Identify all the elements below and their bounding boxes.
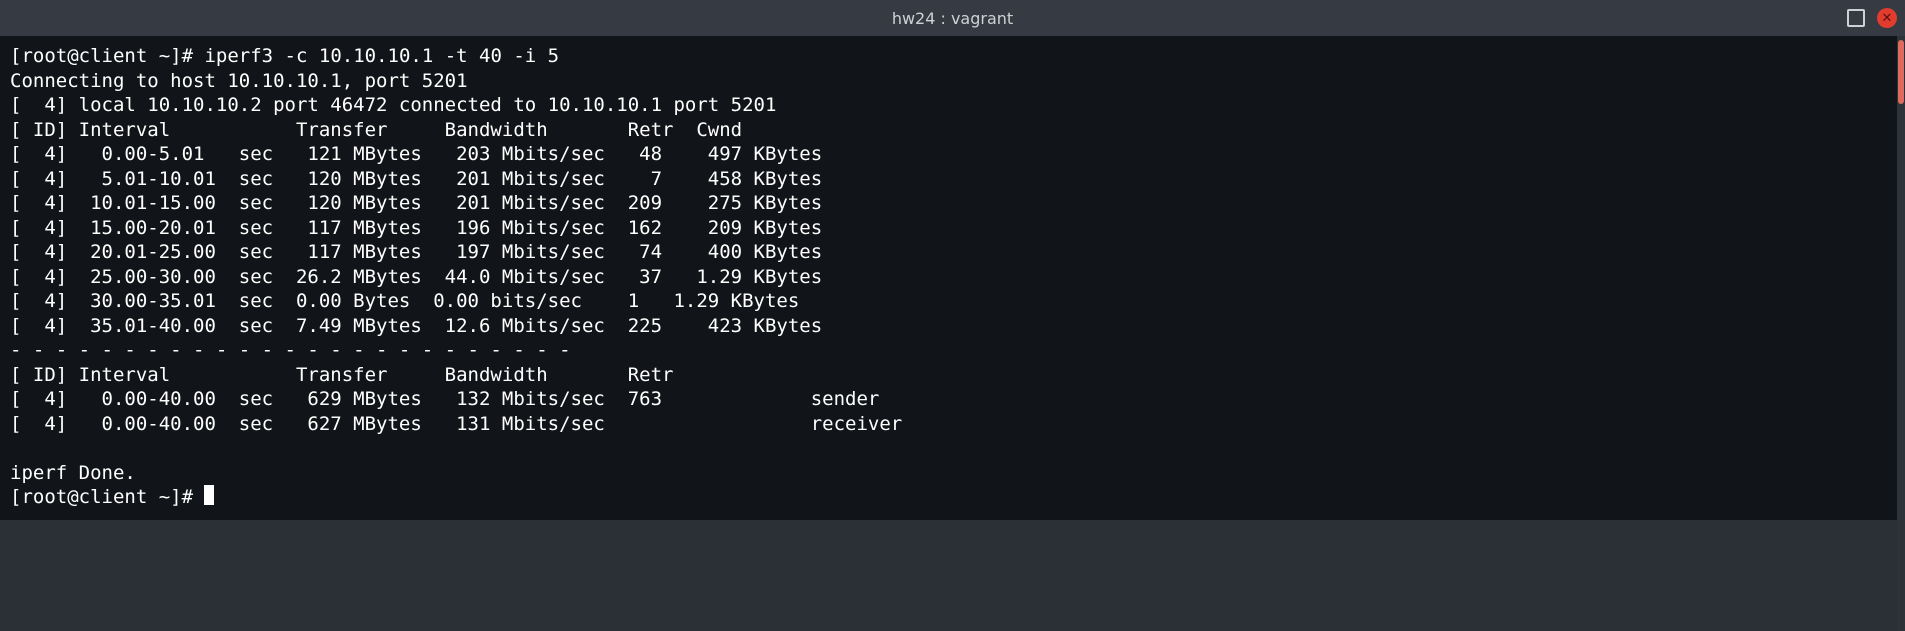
window-title: hw24 : vagrant — [892, 9, 1013, 28]
terminal-area[interactable]: [root@client ~]# iperf3 -c 10.10.10.1 -t… — [0, 36, 1905, 520]
table-row: [ 4] 25.00-30.00 sec 26.2 MBytes 44.0 Mb… — [10, 266, 822, 288]
connecting-line: Connecting to host 10.10.10.1, port 5201 — [10, 70, 468, 92]
scrollbar-thumb[interactable] — [1898, 40, 1904, 104]
table-row: [ 4] 0.00-5.01 sec 121 MBytes 203 Mbits/… — [10, 143, 822, 165]
table-row: [ 4] 20.01-25.00 sec 117 MBytes 197 Mbit… — [10, 241, 822, 263]
prompt: [root@client ~]# — [10, 45, 193, 67]
summary-header: [ ID] Interval Transfer Bandwidth Retr — [10, 364, 673, 386]
close-icon[interactable]: ✕ — [1877, 8, 1897, 28]
command: iperf3 -c 10.10.10.1 -t 40 -i 5 — [204, 45, 559, 67]
terminal-output: [root@client ~]# iperf3 -c 10.10.10.1 -t… — [10, 44, 1895, 510]
summary-row: [ 4] 0.00-40.00 sec 629 MBytes 132 Mbits… — [10, 388, 879, 410]
scrollbar[interactable] — [1897, 36, 1905, 631]
maximize-icon[interactable] — [1847, 9, 1865, 27]
cursor — [204, 485, 214, 505]
window-controls: ✕ — [1847, 0, 1897, 36]
done-line: iperf Done. — [10, 462, 136, 484]
table-row: [ 4] 5.01-10.01 sec 120 MBytes 201 Mbits… — [10, 168, 822, 190]
summary-achievement: [ 4] 0.00-40.00 sec 627 MBytes 131 Mbits… — [10, 413, 902, 435]
table-row: [ 4] 35.01-40.00 sec 7.49 MBytes 12.6 Mb… — [10, 315, 822, 337]
table-row: [ 4] 15.00-20.01 sec 117 MBytes 196 Mbit… — [10, 217, 822, 239]
local-line: [ 4] local 10.10.10.2 port 46472 connect… — [10, 94, 776, 116]
titlebar[interactable]: hw24 : vagrant ✕ — [0, 0, 1905, 36]
table-row: [ 4] 10.01-15.00 sec 120 MBytes 201 Mbit… — [10, 192, 822, 214]
table-row: [ 4] 30.00-35.01 sec 0.00 Bytes 0.00 bit… — [10, 290, 799, 312]
separator-line: - - - - - - - - - - - - - - - - - - - - … — [10, 339, 571, 361]
prompt: [root@client ~]# — [10, 486, 193, 508]
table-header: [ ID] Interval Transfer Bandwidth Retr C… — [10, 119, 742, 141]
